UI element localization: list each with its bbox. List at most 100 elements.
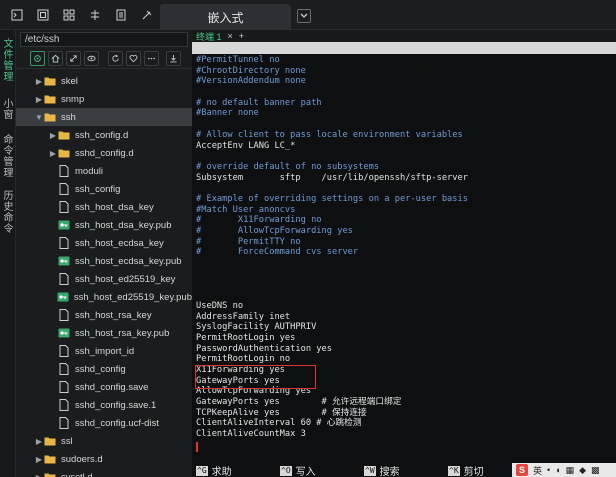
tree-file[interactable]: ssh_host_ecdsa_key: [16, 234, 192, 252]
tab-embedded[interactable]: 嵌入式: [160, 4, 291, 30]
tree-file[interactable]: sshd_config.save.1: [16, 396, 192, 414]
shortcut-key: ^G: [196, 465, 208, 476]
tree-file[interactable]: sshd_config: [16, 360, 192, 378]
key-file-icon: [57, 291, 69, 303]
more-icon[interactable]: [144, 51, 159, 66]
tree-folder[interactable]: ▶ skel: [16, 72, 192, 90]
hierarchy-icon[interactable]: [82, 7, 108, 23]
shortcut-item[interactable]: ^K 剪切: [448, 463, 484, 477]
tree-folder[interactable]: ▼ ssh: [16, 108, 192, 126]
tree-item-label: ssh_config.d: [75, 129, 129, 141]
tree-item-label: snmp: [61, 93, 85, 105]
tree-file[interactable]: ssh_host_rsa_key.pub: [16, 324, 192, 342]
tree-file[interactable]: ssh_host_dsa_key: [16, 198, 192, 216]
ime-toolbar[interactable]: S 英 • ◖ ▦ ◆ ▩: [512, 463, 616, 477]
tree-file[interactable]: sshd_config.save: [16, 378, 192, 396]
tree-file[interactable]: ssh_import_id: [16, 342, 192, 360]
shortcut-label: 求助: [211, 467, 232, 477]
expand-icon[interactable]: [66, 51, 81, 66]
folder-icon: [44, 471, 56, 477]
code-line: #Match User anoncvs: [196, 204, 296, 215]
tree-item-label: sshd_config.save.1: [75, 399, 157, 411]
close-icon[interactable]: ×: [228, 31, 233, 41]
code-line: # X11Forwarding no: [196, 215, 322, 226]
tree-file[interactable]: ssh_host_dsa_key.pub: [16, 216, 192, 234]
tree-file[interactable]: ssh_config: [16, 180, 192, 198]
tree-folder[interactable]: ▶ snmp: [16, 90, 192, 108]
nav-file-manager[interactable]: 文件管理: [1, 38, 14, 82]
tree-item-label: sshd_config: [75, 363, 126, 375]
window-icon[interactable]: [30, 7, 56, 23]
heart-icon[interactable]: [126, 51, 141, 66]
tree-file[interactable]: ssh_host_ed25519_key.pub: [16, 288, 192, 306]
file-panel: /etc/ssh ▶ skel ▶ snmp ▼ ssh ▶ ssh_config.d ▶ ssh…: [16, 30, 192, 477]
nav-command-manager[interactable]: 命令管理: [1, 134, 14, 178]
nav-history-commands[interactable]: 历史命令: [1, 190, 14, 234]
tree-file[interactable]: ssh_host_ed25519_key: [16, 270, 192, 288]
eye-icon[interactable]: [84, 51, 99, 66]
shortcut-item[interactable]: ^O 写入: [280, 463, 316, 477]
chevron-right-icon[interactable]: ▶: [34, 77, 44, 86]
shortcut-key: ^O: [280, 465, 292, 476]
tree-folder[interactable]: ▶ ssh_config.d: [16, 126, 192, 144]
file-icon: [58, 381, 70, 393]
book-icon[interactable]: [108, 7, 134, 23]
shortcut-item[interactable]: ^W 搜索: [364, 463, 400, 477]
file-icon: [58, 273, 70, 285]
pin-icon[interactable]: [134, 7, 160, 23]
code-line: SyslogFacility AUTHPRIV: [196, 322, 317, 333]
chevron-right-icon[interactable]: ▶: [34, 455, 44, 464]
folder-icon: [58, 147, 70, 159]
tree-folder[interactable]: ▶ sysctl.d: [16, 468, 192, 477]
tree-folder[interactable]: ▶ ssl: [16, 432, 192, 450]
add-tab-button[interactable]: +: [239, 31, 244, 41]
code-line: AddressFamily inet: [196, 311, 291, 322]
code-line: #PermitTunnel no: [196, 55, 280, 65]
tree-item-label: sshd_config.save: [75, 381, 149, 393]
tree-file[interactable]: ssh_host_rsa_key: [16, 306, 192, 324]
refresh-icon[interactable]: [108, 51, 123, 66]
code-line: ClientAliveInterval 60 # 心跳检测: [196, 418, 362, 429]
chevron-right-icon[interactable]: ▶: [34, 437, 44, 446]
tree-item-label: ssl: [61, 435, 73, 447]
tree-folder[interactable]: ▶ sshd_config.d: [16, 144, 192, 162]
chevron-right-icon[interactable]: ▶: [34, 473, 44, 477]
shortcut-item[interactable]: ^G 求助: [196, 463, 232, 477]
tree-folder[interactable]: ▶ sudoers.d: [16, 450, 192, 468]
chevron-right-icon[interactable]: ▶: [34, 95, 44, 104]
nav-mini-window[interactable]: 小窗: [1, 98, 14, 120]
tree-item-label: ssh_host_ecdsa_key: [75, 237, 164, 249]
file-icon: [58, 417, 70, 429]
tree-item-label: ssh_host_dsa_key: [75, 201, 154, 213]
file-icon: [58, 165, 70, 177]
home-icon[interactable]: [48, 51, 63, 66]
chevron-right-icon[interactable]: ▶: [48, 131, 58, 140]
tree-file[interactable]: sshd_config.ucf-dist: [16, 414, 192, 432]
download-icon[interactable]: [166, 51, 181, 66]
tree-item-label: skel: [61, 75, 78, 87]
tab-strip: 嵌入式: [160, 4, 291, 30]
mic-icon: ◖: [555, 465, 561, 475]
ime-logo-icon: S: [516, 464, 528, 476]
file-icon: [58, 345, 70, 357]
grid-icon[interactable]: [56, 7, 82, 23]
code-line: # no default banner path: [196, 97, 322, 108]
path-input[interactable]: /etc/ssh: [20, 32, 188, 47]
code-line: # ForceCommand cvs server: [196, 247, 359, 258]
toolbar-icon-group: [4, 7, 160, 23]
tab-terminal-1[interactable]: 终端 1: [196, 30, 222, 43]
terminal-icon[interactable]: [4, 7, 30, 23]
chevron-down-icon[interactable]: ▼: [34, 113, 44, 122]
code-line: #Banner none: [196, 108, 259, 119]
tree-file[interactable]: moduli: [16, 162, 192, 180]
chevron-right-icon[interactable]: ▶: [48, 149, 58, 158]
tree-item-label: ssh_import_id: [75, 345, 135, 357]
code-line: # Example of overriding settings on a pe…: [196, 193, 468, 204]
target-icon[interactable]: [30, 51, 45, 66]
chevron-down-icon[interactable]: [297, 9, 311, 23]
code-line: PermitRootLogin yes: [196, 332, 296, 343]
tree-file[interactable]: ssh_host_ecdsa_key.pub: [16, 252, 192, 270]
